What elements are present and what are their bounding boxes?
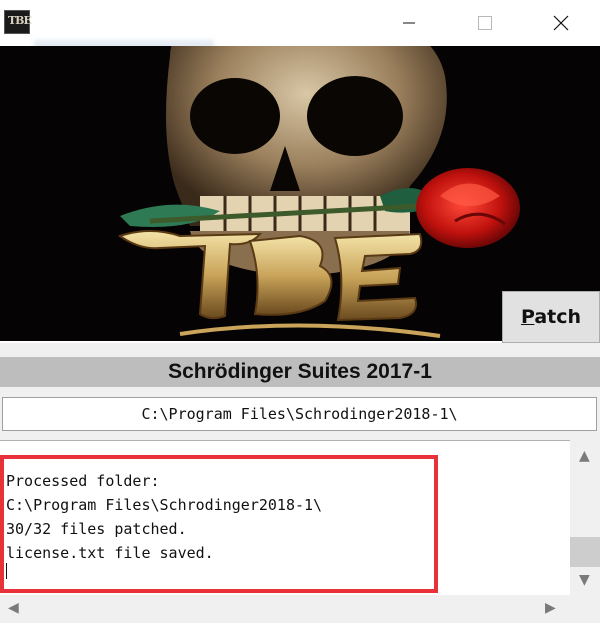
log-line: license.txt file saved. — [6, 544, 214, 562]
minimize-icon — [403, 22, 415, 24]
log-text: Processed folder: C:\Program Files\Schrod… — [6, 469, 566, 565]
minimize-button[interactable] — [386, 0, 432, 46]
scroll-up-icon[interactable]: ▲ — [579, 448, 590, 464]
scroll-down-icon[interactable]: ▼ — [579, 572, 590, 588]
close-icon — [553, 15, 569, 31]
install-path-field[interactable]: C:\Program Files\Schrodinger2018-1\ — [2, 397, 597, 431]
scrollbar-corner — [570, 595, 600, 623]
patch-button-mnemonic: P — [520, 306, 535, 328]
spacer — [0, 343, 600, 357]
log-line: Processed folder: — [6, 472, 160, 490]
app-icon[interactable]: TBE — [4, 10, 32, 34]
product-title: Schrödinger Suites 2017-1 — [0, 357, 600, 387]
patch-button-label: atch — [534, 306, 582, 328]
maximize-icon — [478, 16, 492, 30]
title-bar: TBE — [0, 0, 600, 50]
log-line: 30/32 files patched. — [6, 520, 187, 538]
scroll-right-icon[interactable]: ▶ — [545, 600, 556, 616]
vertical-scroll-thumb[interactable] — [570, 537, 600, 567]
maximize-button[interactable] — [462, 0, 508, 46]
text-caret — [6, 563, 7, 579]
log-line: C:\Program Files\Schrodinger2018-1\ — [6, 496, 323, 514]
horizontal-scrollbar[interactable]: ◀ ▶ — [0, 595, 570, 623]
vertical-scrollbar[interactable]: ▲ ▼ — [570, 440, 600, 595]
patch-button[interactable]: Patch — [502, 291, 600, 343]
app-icon-label: TBE — [8, 14, 32, 27]
scroll-left-icon[interactable]: ◀ — [8, 600, 19, 616]
close-button[interactable] — [538, 0, 584, 46]
